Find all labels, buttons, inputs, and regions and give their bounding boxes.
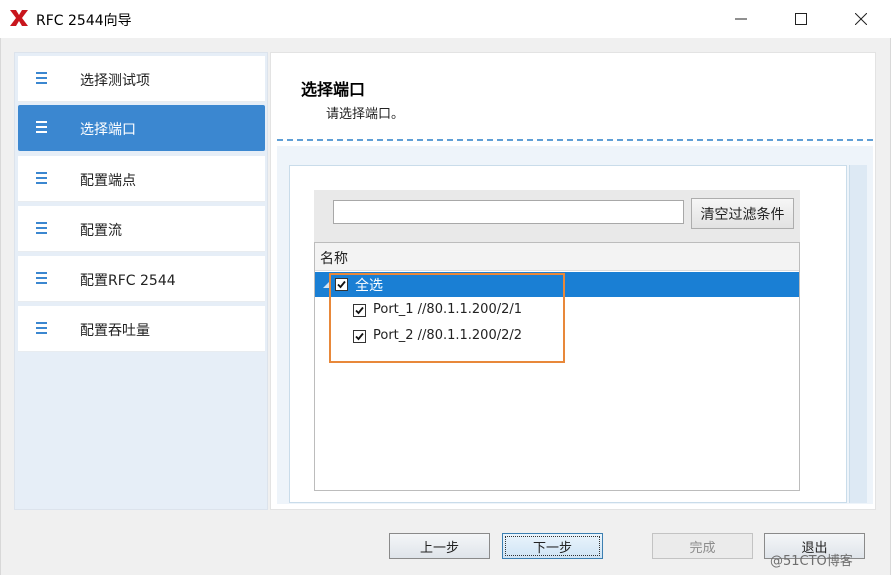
window-title: RFC 2544向导 — [36, 13, 132, 29]
title-bar: RFC 2544向导 — [0, 0, 891, 38]
list-icon — [36, 322, 47, 334]
checkmark-icon — [337, 280, 346, 289]
sidebar-item-label: 选择测试项 — [80, 73, 150, 89]
port-checkbox[interactable] — [353, 304, 366, 317]
port-selection-frame: 清空过滤条件 名称 全选 Port_1 //80.1.1.200/2/1 Por… — [277, 146, 873, 504]
page-subtitle: 请选择端口。 — [326, 107, 405, 122]
finish-button: 完成 — [652, 533, 753, 559]
port-selection-panel: 清空过滤条件 名称 全选 Port_1 //80.1.1.200/2/1 Por… — [289, 165, 847, 503]
tree-column-header[interactable]: 名称 — [315, 243, 799, 271]
checkmark-icon — [355, 306, 364, 315]
close-button[interactable] — [838, 0, 884, 38]
select-all-label: 全选 — [355, 278, 383, 294]
column-header-label: 名称 — [320, 251, 348, 267]
list-icon — [36, 272, 47, 284]
sidebar-item-label: 配置吞吐量 — [80, 323, 150, 339]
list-icon — [36, 121, 47, 133]
focus-ring — [505, 536, 600, 556]
checkmark-icon — [355, 332, 364, 341]
sidebar-item-label: 配置流 — [80, 223, 122, 239]
minimize-button[interactable] — [718, 0, 764, 38]
clear-filter-button[interactable]: 清空过滤条件 — [691, 198, 794, 229]
sidebar-item-configure-throughput[interactable]: 配置吞吐量 — [18, 306, 265, 352]
sidebar-item-configure-endpoints[interactable]: 配置端点 — [18, 156, 265, 202]
dashed-separator — [277, 139, 873, 141]
tree-row-select-all[interactable]: 全选 — [315, 272, 799, 297]
filter-input[interactable] — [333, 200, 684, 224]
tree-row-port[interactable]: Port_2 //80.1.1.200/2/2 — [315, 324, 799, 349]
filter-bar: 清空过滤条件 — [314, 190, 800, 242]
collapse-triangle-icon[interactable] — [322, 280, 331, 289]
watermark: @51CTO博客 — [770, 554, 853, 569]
select-all-checkbox[interactable] — [335, 278, 348, 291]
sidebar-item-select-ports[interactable]: 选择端口 — [18, 105, 265, 151]
maximize-icon — [795, 13, 807, 25]
port-tree: 名称 全选 Port_1 //80.1.1.200/2/1 Port_2 //8… — [314, 242, 800, 491]
list-icon — [36, 72, 47, 84]
sidebar-item-label: 配置RFC 2544 — [80, 273, 176, 289]
app-logo-icon — [10, 10, 28, 26]
wizard-sidebar: 选择测试项 选择端口 配置端点 配置流 配置RFC 2544 配置吞吐量 — [14, 52, 268, 510]
port-label: Port_2 //80.1.1.200/2/2 — [373, 328, 523, 343]
minimize-icon — [735, 18, 747, 20]
next-button[interactable]: 下一步 — [502, 533, 603, 559]
wizard-content: 选择端口 请选择端口。 清空过滤条件 名称 全选 Port_1 //80.1.1… — [270, 52, 876, 510]
panel-edge — [849, 165, 867, 503]
sidebar-item-configure-rfc2544[interactable]: 配置RFC 2544 — [18, 256, 265, 302]
page-title: 选择端口 — [301, 80, 366, 99]
maximize-button[interactable] — [778, 0, 824, 38]
tree-row-port[interactable]: Port_1 //80.1.1.200/2/1 — [315, 298, 799, 323]
sidebar-item-label: 配置端点 — [80, 173, 136, 189]
previous-button[interactable]: 上一步 — [389, 533, 490, 559]
sidebar-item-select-tests[interactable]: 选择测试项 — [18, 56, 265, 102]
port-checkbox[interactable] — [353, 330, 366, 343]
list-icon — [36, 172, 47, 184]
close-icon — [855, 13, 867, 25]
list-icon — [36, 222, 47, 234]
sidebar-item-configure-streams[interactable]: 配置流 — [18, 206, 265, 252]
sidebar-item-label: 选择端口 — [80, 122, 136, 138]
port-label: Port_1 //80.1.1.200/2/1 — [373, 302, 523, 317]
